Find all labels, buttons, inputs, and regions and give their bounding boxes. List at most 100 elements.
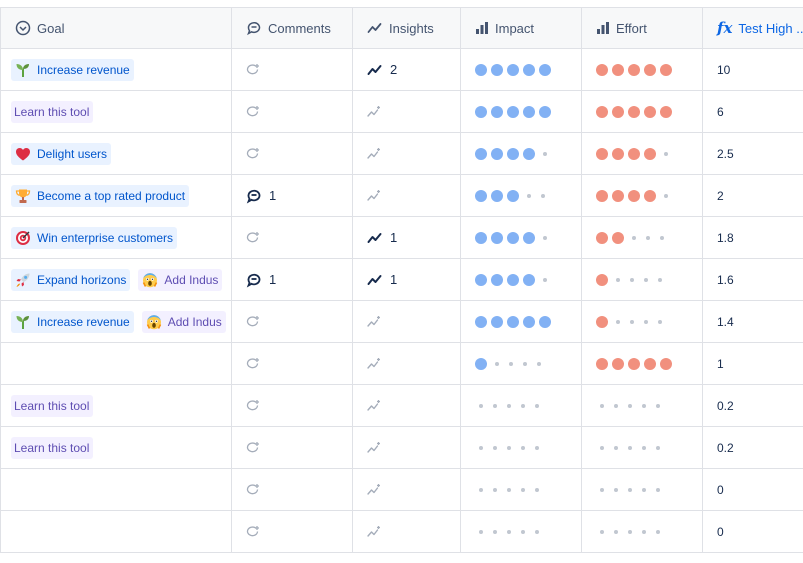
impact-cell[interactable] [461, 133, 582, 175]
insights-cell[interactable] [353, 301, 461, 343]
column-header-comments[interactable]: Comments [232, 7, 353, 49]
impact-cell[interactable] [461, 301, 582, 343]
impact-cell[interactable] [461, 469, 582, 511]
goal-cell[interactable] [0, 511, 232, 553]
effort-cell[interactable] [582, 511, 703, 553]
imp-rating[interactable] [475, 231, 553, 244]
goal-cell[interactable]: Win enterprise customers [0, 217, 232, 259]
goal-cell[interactable]: Delight users [0, 133, 232, 175]
insights-cell[interactable] [353, 385, 461, 427]
goal-tag[interactable]: Add Indus [138, 268, 223, 291]
goal-cell[interactable] [0, 469, 232, 511]
impact-cell[interactable] [461, 175, 582, 217]
imp-rating[interactable] [475, 147, 553, 160]
eff-rating[interactable] [596, 445, 666, 450]
effort-cell[interactable] [582, 175, 703, 217]
insights-cell[interactable] [353, 91, 461, 133]
goal-tag[interactable]: Increase revenue [11, 58, 134, 81]
effort-cell[interactable] [582, 427, 703, 469]
goal-tag[interactable]: Win enterprise customers [11, 226, 178, 249]
insights-cell[interactable]: 2 [353, 49, 461, 91]
impact-cell[interactable] [461, 49, 582, 91]
impact-cell[interactable] [461, 427, 582, 469]
goal-cell[interactable]: Become a top rated product [0, 175, 232, 217]
goal-cell[interactable]: Increase revenue [0, 49, 232, 91]
impact-cell[interactable] [461, 511, 582, 553]
goal-cell[interactable]: Learn this tool [0, 427, 232, 469]
effort-cell[interactable] [582, 133, 703, 175]
effort-cell[interactable] [582, 49, 703, 91]
eff-rating[interactable] [596, 315, 668, 328]
table-row[interactable]: Expand horizons Add Indus 1 1 1.6 [0, 259, 803, 301]
imp-rating[interactable] [475, 315, 555, 328]
table-row[interactable]: Win enterprise customers 1 1.8 [0, 217, 803, 259]
table-row[interactable]: Learn this tool 6 [0, 91, 803, 133]
insights-cell[interactable] [353, 133, 461, 175]
comments-cell[interactable] [232, 427, 353, 469]
table-row[interactable]: Learn this tool 0.2 [0, 427, 803, 469]
goal-tag[interactable]: Increase revenue [11, 310, 134, 333]
comments-cell[interactable]: 1 [232, 259, 353, 301]
effort-cell[interactable] [582, 217, 703, 259]
insights-cell[interactable] [353, 175, 461, 217]
comments-cell[interactable] [232, 301, 353, 343]
goal-tag[interactable]: Add Indus [141, 310, 226, 333]
effort-cell[interactable] [582, 385, 703, 427]
goal-cell[interactable]: Learn this tool [0, 385, 232, 427]
goal-cell[interactable]: Learn this tool [0, 91, 232, 133]
impact-cell[interactable] [461, 385, 582, 427]
insights-cell[interactable]: 1 [353, 259, 461, 301]
effort-cell[interactable] [582, 301, 703, 343]
goal-tag[interactable]: Learn this tool [11, 394, 94, 417]
eff-rating[interactable] [596, 105, 676, 118]
effort-cell[interactable] [582, 259, 703, 301]
goal-tag[interactable]: Learn this tool [11, 100, 94, 123]
table-row[interactable]: Become a top rated product 1 2 [0, 175, 803, 217]
table-row[interactable]: Increase revenue Add Indus 1.4 [0, 301, 803, 343]
table-row[interactable]: Increase revenue 2 10 [0, 49, 803, 91]
eff-rating[interactable] [596, 273, 668, 286]
comments-cell[interactable]: 1 [232, 175, 353, 217]
comments-cell[interactable] [232, 511, 353, 553]
eff-rating[interactable] [596, 357, 676, 370]
effort-cell[interactable] [582, 91, 703, 133]
imp-rating[interactable] [475, 357, 547, 370]
comments-cell[interactable] [232, 49, 353, 91]
insights-cell[interactable] [353, 511, 461, 553]
imp-rating[interactable] [475, 403, 545, 408]
eff-rating[interactable] [596, 147, 674, 160]
imp-rating[interactable] [475, 445, 545, 450]
insights-cell[interactable] [353, 469, 461, 511]
column-header-impact[interactable]: Impact [461, 7, 582, 49]
imp-rating[interactable] [475, 63, 555, 76]
goal-tag[interactable]: Expand horizons [11, 268, 131, 291]
eff-rating[interactable] [596, 189, 674, 202]
column-header-insights[interactable]: Insights [353, 7, 461, 49]
insights-cell[interactable] [353, 343, 461, 385]
imp-rating[interactable] [475, 529, 545, 534]
impact-cell[interactable] [461, 259, 582, 301]
eff-rating[interactable] [596, 63, 676, 76]
comments-cell[interactable] [232, 469, 353, 511]
impact-cell[interactable] [461, 91, 582, 133]
goal-tag[interactable]: Become a top rated product [11, 184, 190, 207]
table-row[interactable]: 0 [0, 469, 803, 511]
goal-cell[interactable]: Expand horizons Add Indus [0, 259, 232, 301]
imp-rating[interactable] [475, 273, 553, 286]
insights-cell[interactable] [353, 427, 461, 469]
column-header-effort[interactable]: Effort [582, 7, 703, 49]
goal-cell[interactable]: Increase revenue Add Indus [0, 301, 232, 343]
table-row[interactable]: 0 [0, 511, 803, 553]
comments-cell[interactable] [232, 91, 353, 133]
insights-cell[interactable]: 1 [353, 217, 461, 259]
imp-rating[interactable] [475, 105, 555, 118]
goal-cell[interactable] [0, 343, 232, 385]
table-row[interactable]: Delight users 2.5 [0, 133, 803, 175]
eff-rating[interactable] [596, 487, 666, 492]
column-header-goal[interactable]: Goal [0, 7, 232, 49]
comments-cell[interactable] [232, 217, 353, 259]
impact-cell[interactable] [461, 217, 582, 259]
eff-rating[interactable] [596, 231, 670, 244]
table-row[interactable]: Learn this tool 0.2 [0, 385, 803, 427]
effort-cell[interactable] [582, 469, 703, 511]
